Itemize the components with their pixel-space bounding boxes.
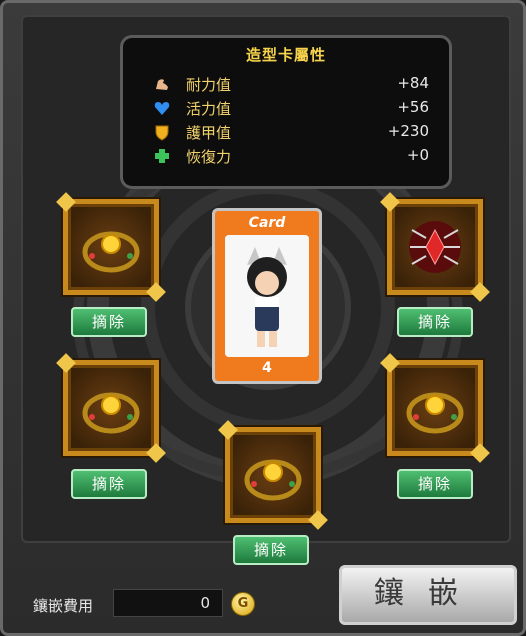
arm-icon <box>156 79 168 90</box>
card-title: Card <box>248 215 286 231</box>
inlay-window: 造型卡屬性 耐力值 +84 活力值 +56 護甲值 +230 恢復力 +0 摘除… <box>0 0 526 636</box>
costume-card[interactable]: Card 4 <box>212 208 322 384</box>
attributes-title: 造型卡屬性 <box>245 46 326 64</box>
red-spider-gem-icon <box>409 221 461 273</box>
gold-coin-icon: G <box>231 592 255 616</box>
gold-orb-necklace-icon <box>244 459 302 501</box>
gem-slot-top-right[interactable] <box>387 199 483 295</box>
inlay-button[interactable]: 鑲嵌 <box>339 565 517 625</box>
stat-value: +0 <box>406 146 429 164</box>
remove-button-middle-left[interactable]: 摘除 <box>71 469 147 499</box>
inlay-cost-value: 0 <box>113 589 223 617</box>
stat-value: +56 <box>397 98 429 116</box>
remove-button-bottom[interactable]: 摘除 <box>233 535 309 565</box>
inlay-cost-label: 鑲嵌費用 <box>33 597 94 615</box>
gem-slot-middle-left[interactable] <box>63 360 159 456</box>
stat-row-armor: 護甲值 +230 <box>153 122 429 144</box>
stat-label: 耐力值 <box>186 76 232 94</box>
card-level: 4 <box>262 360 272 376</box>
stat-label: 恢復力 <box>186 148 232 166</box>
stat-row-stamina: 耐力值 +84 <box>153 74 429 96</box>
card-attributes-panel: 造型卡屬性 耐力值 +84 活力值 +56 護甲值 +230 恢復力 +0 <box>120 35 452 189</box>
character-portrait <box>225 235 309 357</box>
stat-row-recovery: 恢復力 +0 <box>153 146 429 168</box>
heart-icon <box>154 102 170 115</box>
stat-row-vitality: 活力值 +56 <box>153 98 429 120</box>
cross-icon <box>155 149 169 163</box>
stat-value: +84 <box>397 74 429 92</box>
gem-slot-middle-right[interactable] <box>387 360 483 456</box>
gold-orb-necklace-icon <box>82 231 140 273</box>
shield-icon <box>155 125 169 141</box>
gold-orb-necklace-icon <box>406 392 464 434</box>
stat-label: 護甲值 <box>186 124 232 142</box>
stat-value: +230 <box>387 122 429 140</box>
remove-button-top-right[interactable]: 摘除 <box>397 307 473 337</box>
remove-button-top-left[interactable]: 摘除 <box>71 307 147 337</box>
gem-slot-bottom[interactable] <box>225 427 321 523</box>
remove-button-middle-right[interactable]: 摘除 <box>397 469 473 499</box>
gem-slot-top-left[interactable] <box>63 199 159 295</box>
stat-label: 活力值 <box>186 100 232 118</box>
gold-orb-necklace-icon <box>82 392 140 434</box>
